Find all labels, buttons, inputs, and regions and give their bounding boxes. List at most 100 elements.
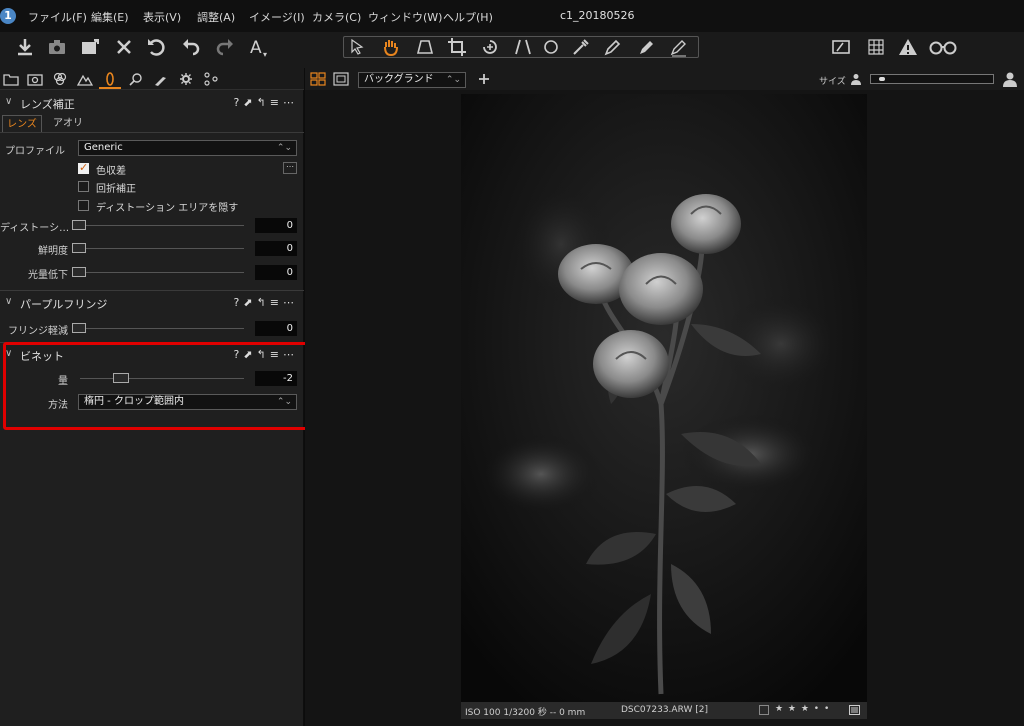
color-tag-box[interactable] [759,705,769,715]
color-picker-icon[interactable] [570,36,592,58]
fringe-reduction-slider[interactable] [72,328,244,329]
menu-window[interactable]: ウィンドウ(W) [368,9,442,25]
light-falloff-label: 光量低下 [28,270,68,281]
menu-help[interactable]: ヘルプ(H) [443,9,493,25]
keystone-lines-icon[interactable] [512,36,534,58]
sharpness-slider[interactable] [72,248,244,249]
light-falloff-value[interactable]: 0 [255,265,297,280]
section-header-icons[interactable]: ?⬈↰≡⋯ [234,296,299,309]
file-name: DSC07233.ARW [2] [621,705,708,715]
details-tab-icon[interactable] [128,72,144,86]
dropdown-arrows-icon: ⌃⌄ [276,143,292,153]
capture-tab-icon[interactable] [27,72,43,86]
info-list-icon[interactable] [849,705,860,715]
multi-view-icon[interactable] [310,72,326,86]
fringe-reduction-value[interactable]: 0 [255,321,297,336]
local-adjust-tab-icon[interactable] [153,72,169,86]
exposure-tab-icon[interactable] [77,72,93,86]
light-falloff-slider-thumb[interactable] [72,267,86,277]
profile-dropdown[interactable]: Generic ⌃⌄ [78,140,297,156]
hide-distortion-label: ディストーション エリアを隠す [96,203,239,214]
hide-distortion-checkbox[interactable] [78,200,89,211]
window-title: c1_20180526 [560,9,635,22]
chromatic-aberration-checkbox[interactable] [78,161,89,174]
tool-tab-bar [0,68,304,90]
dropdown-arrows-icon: ⌃⌄ [445,75,461,85]
auto-adjust-icon[interactable]: A ▾ [248,36,270,58]
light-falloff-slider[interactable] [72,272,244,273]
distortion-slider-thumb[interactable] [72,220,86,230]
settings-tab-icon[interactable] [178,72,194,86]
delete-icon[interactable] [113,36,135,58]
svg-text:▾: ▾ [263,50,267,58]
menu-edit[interactable]: 編集(E) [91,9,129,25]
size-slider-thumb[interactable] [879,77,885,81]
size-slider[interactable] [870,74,994,84]
person-large-icon [1003,72,1017,87]
spot-removal-icon[interactable] [540,36,562,58]
exposure-warning-icon[interactable] [897,36,919,58]
diffraction-checkbox[interactable] [78,181,89,192]
select-cursor-icon[interactable] [347,36,369,58]
undo-icon[interactable] [180,36,202,58]
background-dropdown[interactable]: バックグランド ⌃⌄ [358,72,466,88]
color-tab-icon[interactable] [52,72,68,86]
menu-camera[interactable]: カメラ(C) [312,9,361,25]
capture-icon[interactable] [46,36,68,58]
keystone-icon[interactable] [414,36,436,58]
menu-image[interactable]: イメージ(I) [249,9,305,25]
library-tab-icon[interactable] [3,72,19,86]
tab-tilt[interactable]: アオリ [52,115,84,133]
sharpness-slider-thumb[interactable] [72,243,86,253]
star-rating[interactable]: ★ ★ ★ • • [775,704,830,714]
single-view-icon[interactable] [333,72,349,86]
profile-dropdown-value: Generic [84,142,123,153]
image-status-bar: ISO 100 1/3200 秒 -- 0 mm DSC07233.ARW [2… [461,702,867,719]
batch-tab-icon[interactable] [203,72,219,86]
lens-correction-header[interactable]: ∨ レンズ補正 ?⬈↰≡⋯ [0,92,304,114]
draw-mask-icon[interactable] [602,36,624,58]
more-options-button[interactable]: ⋯ [283,162,297,174]
add-pin-icon[interactable] [476,72,492,86]
import-icon[interactable] [14,36,36,58]
export-icon[interactable] [79,36,101,58]
tab-lens[interactable]: レンズ [2,115,42,133]
collapse-chevron-icon[interactable]: ∨ [5,96,12,107]
svg-text:A: A [250,38,262,58]
purple-fringe-header[interactable]: ∨ パープルフリンジ ?⬈↰≡⋯ [0,292,304,314]
sharpness-label: 鮮明度 [38,246,68,257]
loupe-glasses-icon[interactable] [927,36,959,58]
crop-icon[interactable] [446,36,468,58]
lens-tab-icon[interactable] [102,71,118,87]
purple-fringe-title: パープルフリンジ [20,298,108,311]
fill-mask-icon[interactable] [636,36,658,58]
sharpness-value[interactable]: 0 [255,241,297,256]
menu-view[interactable]: 表示(V) [143,9,181,25]
pan-hand-icon[interactable] [380,36,402,58]
grid-icon[interactable] [865,36,887,58]
active-tab-indicator [99,87,121,89]
section-header-icons[interactable]: ?⬈↰≡⋯ [234,96,299,109]
tab-underline [0,132,304,133]
distortion-slider[interactable] [72,225,244,226]
undo-all-icon[interactable] [145,36,167,58]
vignette-highlight-box [3,342,308,430]
erase-mask-icon[interactable] [668,36,690,58]
lens-correction-title: レンズ補正 [20,98,75,111]
background-dropdown-label: バックグランド [364,74,434,85]
redo-icon[interactable] [214,36,236,58]
rotate-icon[interactable] [479,36,501,58]
menu-file[interactable]: ファイル(F) [28,9,87,25]
menu-bar: 1 ファイル(F) 編集(E) 表示(V) 調整(A) イメージ(I) カメラ(… [0,0,1024,32]
fringe-reduction-slider-thumb[interactable] [72,323,86,333]
distortion-label: ディストーシ… [0,223,70,234]
size-label: サイズ [819,77,846,87]
distortion-value[interactable]: 0 [255,218,297,233]
rose-photo[interactable] [461,94,867,702]
edit-proof-icon[interactable] [830,36,852,58]
menu-adjust[interactable]: 調整(A) [197,9,235,25]
chromatic-aberration-label: 色収差 [96,166,126,177]
app-logo-icon: 1 [0,8,16,24]
collapse-chevron-icon[interactable]: ∨ [5,296,12,307]
fringe-reduction-label: フリンジ軽減 [8,326,68,337]
